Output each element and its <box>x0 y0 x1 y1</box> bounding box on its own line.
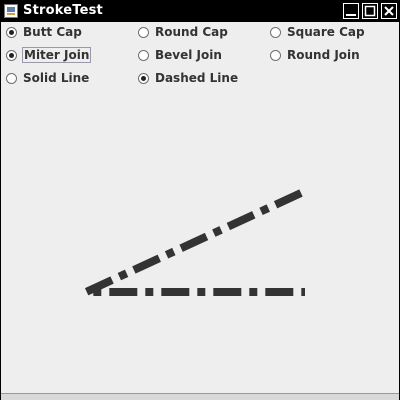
close-icon <box>384 6 394 16</box>
window-bottom-edge <box>1 393 399 400</box>
miter-join-radio[interactable]: Miter Join <box>6 46 92 64</box>
butt-cap-label: Butt Cap <box>23 25 82 39</box>
dashed-line-label: Dashed Line <box>155 71 239 85</box>
minimize-button[interactable] <box>343 3 359 19</box>
radio-unchecked-icon[interactable] <box>6 72 17 84</box>
radio-checked-icon[interactable] <box>6 49 17 61</box>
window-title: StrokeTest <box>23 3 103 18</box>
radio-checked-icon[interactable] <box>6 26 17 38</box>
close-button[interactable] <box>381 3 397 19</box>
dashed-line-radio[interactable]: Dashed Line <box>138 69 238 87</box>
title-bar[interactable]: StrokeTest <box>1 1 399 22</box>
stroke-canvas <box>84 189 305 296</box>
radio-unchecked-icon[interactable] <box>270 49 281 61</box>
square-cap-radio[interactable]: Square Cap <box>270 23 365 41</box>
app-icon[interactable] <box>4 4 18 18</box>
round-cap-label: Round Cap <box>155 25 228 39</box>
maximize-icon <box>364 5 376 17</box>
maximize-button[interactable] <box>362 3 378 19</box>
round-cap-radio[interactable]: Round Cap <box>138 23 228 41</box>
radio-checked-icon[interactable] <box>138 72 149 84</box>
minimize-icon <box>346 14 356 16</box>
round-join-label: Round Join <box>287 48 360 62</box>
stroketest-window: StrokeTest Butt Cap Round Cap Square Cap <box>0 0 400 400</box>
solid-line-radio[interactable]: Solid Line <box>6 69 89 87</box>
bevel-join-radio[interactable]: Bevel Join <box>138 46 222 64</box>
miter-join-label: Miter Join <box>21 47 92 63</box>
square-cap-label: Square Cap <box>287 25 365 39</box>
round-join-radio[interactable]: Round Join <box>270 46 360 64</box>
radio-unchecked-icon[interactable] <box>138 26 149 38</box>
stroke-angle-path <box>84 189 305 296</box>
solid-line-label: Solid Line <box>23 71 90 85</box>
butt-cap-radio[interactable]: Butt Cap <box>6 23 82 41</box>
bevel-join-label: Bevel Join <box>155 48 222 62</box>
radio-unchecked-icon[interactable] <box>138 49 149 61</box>
radio-unchecked-icon[interactable] <box>270 26 281 38</box>
